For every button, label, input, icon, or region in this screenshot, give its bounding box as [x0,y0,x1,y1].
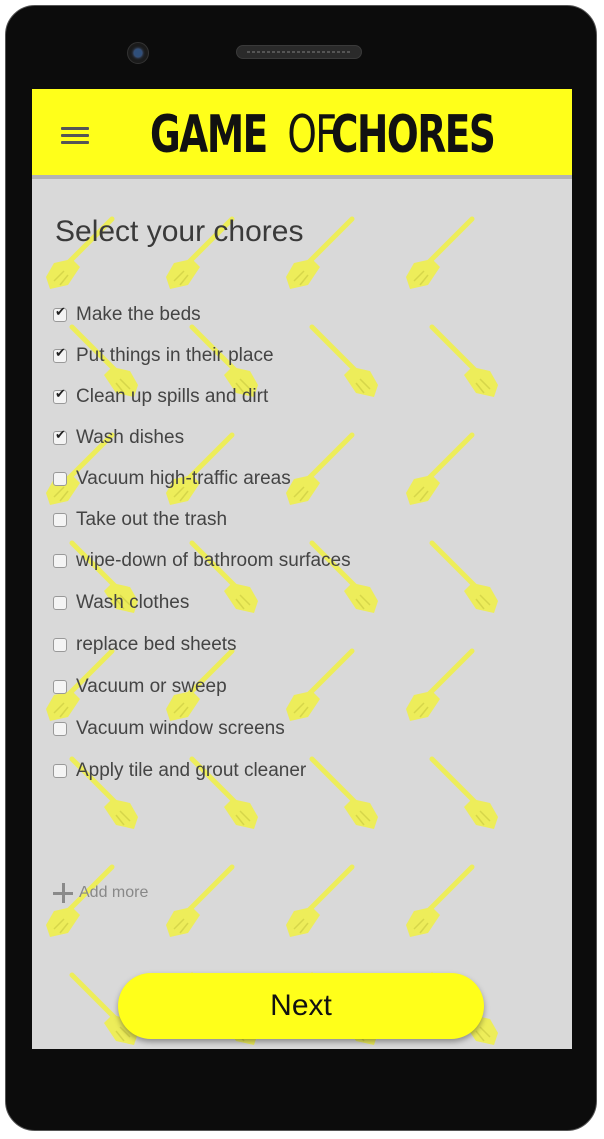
hamburger-menu-icon[interactable] [61,127,89,145]
chore-item[interactable]: Vacuum window screens [53,717,285,741]
chore-checkbox[interactable] [53,472,67,486]
chore-checkbox[interactable] [53,387,67,404]
camera-icon [127,42,149,64]
app-screen: GAMEOFCHORES Select your chores Make the… [32,89,572,1049]
chore-checkbox[interactable] [53,346,67,363]
chore-item[interactable]: Take out the trash [53,508,227,532]
app-bar: GAME OFCHORES [32,89,572,179]
phone-frame: GAMEOFCHORES Select your chores Make the… [5,5,597,1131]
chore-label: Clean up spills and dirt [76,386,269,407]
chore-checkbox[interactable] [53,305,67,322]
chore-item[interactable]: Clean up spills and dirt [53,385,268,409]
chore-label: wipe-down of bathroom surfaces [76,550,351,571]
chore-checkbox[interactable] [53,680,67,694]
chore-item[interactable]: Apply tile and grout cleaner [53,759,306,783]
chore-checkbox[interactable] [53,764,67,778]
chore-label: Take out the trash [76,509,228,530]
plus-icon [53,883,73,903]
chore-label: Vacuum or sweep [76,676,227,697]
chore-label: Put things in their place [76,345,274,366]
chore-checkbox[interactable] [53,638,67,652]
add-more-label: Add more [79,884,149,901]
next-button[interactable]: Next [118,973,484,1039]
chore-label: Vacuum high-traffic areas [76,468,291,489]
chore-checkbox[interactable] [53,596,67,610]
app-logo: GAME OFCHORES [150,105,496,165]
chore-item[interactable]: Vacuum high-traffic areas [53,467,291,491]
chore-item[interactable]: Wash clothes [53,591,189,615]
main-content: Select your chores Make the beds Put thin… [32,179,572,1049]
chore-checkbox[interactable] [53,722,67,736]
speaker-grille [236,45,362,59]
chore-item[interactable]: wipe-down of bathroom surfaces [53,549,351,573]
chore-item[interactable]: Make the beds [53,303,201,327]
add-more-button[interactable]: Add more [53,883,148,903]
chore-label: replace bed sheets [76,634,237,655]
chore-checkbox[interactable] [53,554,67,568]
chore-item[interactable]: replace bed sheets [53,633,237,657]
chore-label: Apply tile and grout cleaner [76,760,307,781]
chore-item[interactable]: Vacuum or sweep [53,675,227,699]
chore-label: Wash clothes [76,592,190,613]
chore-label: Make the beds [76,304,201,325]
chore-checkbox[interactable] [53,428,67,445]
chore-label: Wash dishes [76,427,185,448]
chore-label: Vacuum window screens [76,718,285,739]
chore-item[interactable]: Put things in their place [53,344,274,368]
page-title: Select your chores [55,215,304,248]
chore-item[interactable]: Wash dishes [53,426,184,450]
chore-checkbox[interactable] [53,513,67,527]
